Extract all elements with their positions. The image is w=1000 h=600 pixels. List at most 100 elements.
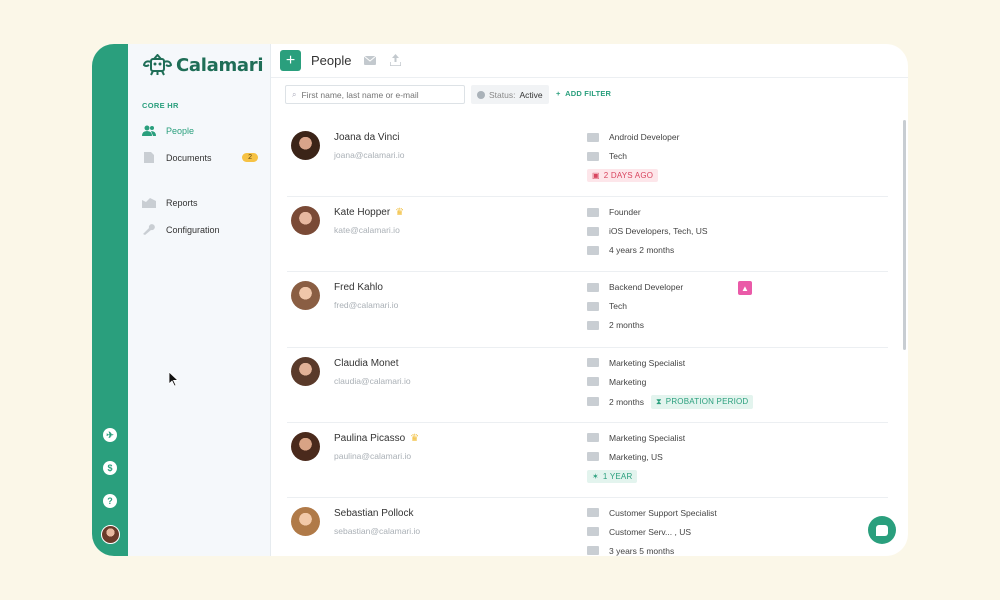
scrollbar[interactable]	[903, 120, 906, 350]
table-row[interactable]: Kate Hopper ♛ kate@calamari.io Founder iO…	[287, 197, 888, 273]
position: Customer Support Specialist	[587, 508, 717, 518]
sidebar: Calamari CORE HR People Documents 2 Repo…	[128, 44, 271, 556]
tenure-icon	[587, 397, 599, 407]
team-icon	[587, 226, 599, 236]
person-email: paulina@calamari.io	[334, 450, 412, 461]
probation-tag: ⧗ PROBATION PERIOD	[650, 394, 754, 409]
team-icon	[587, 377, 599, 387]
avatar	[291, 506, 320, 536]
anniversary-tag: ✶ 1 YEAR	[587, 469, 638, 483]
position: Founder	[587, 207, 641, 217]
tenure: 2 months	[587, 320, 644, 330]
section-label: CORE HR	[142, 101, 179, 110]
briefcase-icon	[587, 508, 599, 518]
user-avatar[interactable]	[101, 525, 120, 544]
team-icon	[587, 151, 599, 161]
logo-mark	[142, 54, 173, 76]
reports-icon	[142, 198, 156, 208]
crown-icon: ♛	[395, 207, 405, 219]
sidebar-item-people[interactable]: People	[142, 125, 258, 136]
sidebar-item-label: Reports	[166, 197, 198, 208]
tenure: 2 months ⧗ PROBATION PERIOD	[587, 394, 754, 409]
person-name[interactable]: Joana da Vinci	[334, 132, 399, 143]
team: Marketing	[587, 377, 646, 387]
person-email: claudia@calamari.io	[334, 375, 411, 386]
status-filter[interactable]: Status: Active	[471, 85, 549, 104]
sidebar-item-reports[interactable]: Reports	[142, 197, 258, 208]
chat-icon	[876, 524, 888, 536]
upload-icon[interactable]	[390, 54, 401, 66]
sidebar-item-documents[interactable]: Documents 2	[142, 152, 258, 163]
avatar	[291, 281, 320, 311]
tenure: 3 years 5 months	[587, 546, 674, 556]
page-title: People	[311, 53, 352, 68]
crown-icon: ♛	[410, 432, 420, 444]
documents-icon	[144, 152, 154, 163]
team: Marketing, US	[587, 452, 663, 462]
sidebar-item-label: Documents	[166, 152, 212, 163]
table-row[interactable]: Fred Kahlo fred@calamari.io Backend Deve…	[287, 272, 888, 348]
add-person-button[interactable]: +	[280, 50, 301, 71]
tenure-icon	[587, 546, 599, 556]
person-email: fred@calamari.io	[334, 300, 399, 311]
briefcase-icon	[587, 433, 599, 443]
team-icon	[587, 527, 599, 537]
left-rail: ✈ $ ?	[92, 44, 128, 556]
search-input[interactable]	[301, 89, 452, 100]
person-name[interactable]: Kate Hopper ♛	[334, 207, 404, 218]
chat-button[interactable]	[868, 516, 896, 544]
team-icon	[587, 452, 599, 462]
people-list: Joana da Vinci joana@calamari.io Android…	[287, 122, 888, 556]
position: Marketing Specialist	[587, 433, 685, 443]
briefcase-icon	[587, 207, 599, 217]
hourglass-icon: ⧗	[655, 396, 662, 406]
position: Android Developer	[587, 132, 679, 142]
position: Backend Developer	[587, 282, 683, 292]
avatar	[291, 131, 320, 160]
person-name[interactable]: Fred Kahlo	[334, 282, 383, 293]
briefcase-icon	[587, 358, 599, 368]
status-row: ▣ 2 DAYS AGO	[587, 169, 659, 182]
plane-icon[interactable]: ✈	[103, 428, 117, 442]
person-email: kate@calamari.io	[334, 225, 400, 236]
status-row: ✶ 1 YEAR	[587, 469, 638, 483]
table-row[interactable]: Sebastian Pollock sebastian@calamari.io …	[287, 498, 888, 556]
search-icon: ⌕	[292, 89, 297, 99]
team: iOS Developers, Tech, US	[587, 226, 708, 236]
person-name[interactable]: Paulina Picasso ♛	[334, 433, 419, 444]
person-email: sebastian@calamari.io	[334, 525, 421, 536]
sidebar-item-configuration[interactable]: Configuration	[142, 224, 258, 235]
table-row[interactable]: Claudia Monet claudia@calamari.io Market…	[287, 348, 888, 423]
avatar	[291, 431, 320, 461]
logo-text: Calamari	[176, 54, 264, 76]
sidebar-item-label: Configuration	[166, 224, 220, 235]
money-icon[interactable]: $	[103, 461, 117, 475]
table-row[interactable]: Joana da Vinci joana@calamari.io Android…	[287, 122, 888, 198]
add-filter-label: ADD FILTER	[565, 89, 612, 98]
help-icon[interactable]: ?	[103, 494, 117, 508]
team: Customer Serv... , US	[587, 527, 691, 537]
mouse-cursor-icon	[169, 372, 179, 387]
add-filter-button[interactable]: + ADD FILTER	[556, 89, 611, 98]
avatar	[291, 206, 320, 236]
tenure-icon	[587, 245, 599, 255]
person-name[interactable]: Claudia Monet	[334, 358, 398, 369]
table-row[interactable]: Paulina Picasso ♛ paulina@calamari.io Mar…	[287, 423, 888, 498]
documents-badge: 2	[242, 153, 258, 162]
people-icon	[142, 125, 156, 136]
birthday-icon: ▲	[738, 281, 752, 296]
person-email: joana@calamari.io	[334, 150, 405, 160]
app-window: ✈ $ ? Calamari CORE HR People Documents …	[92, 44, 908, 556]
person-name[interactable]: Sebastian Pollock	[334, 508, 414, 519]
camera-icon: ▣	[592, 171, 600, 180]
team: Tech	[587, 301, 627, 311]
party-icon: ✶	[592, 471, 599, 481]
mail-icon[interactable]	[364, 56, 376, 65]
avatar	[291, 356, 320, 386]
search-box[interactable]: ⌕	[285, 85, 465, 104]
wrench-icon	[143, 224, 155, 235]
sidebar-item-label: People	[166, 125, 195, 136]
status-value: Active	[519, 89, 543, 100]
logo[interactable]: Calamari	[142, 54, 264, 76]
tenure-icon	[587, 320, 599, 330]
